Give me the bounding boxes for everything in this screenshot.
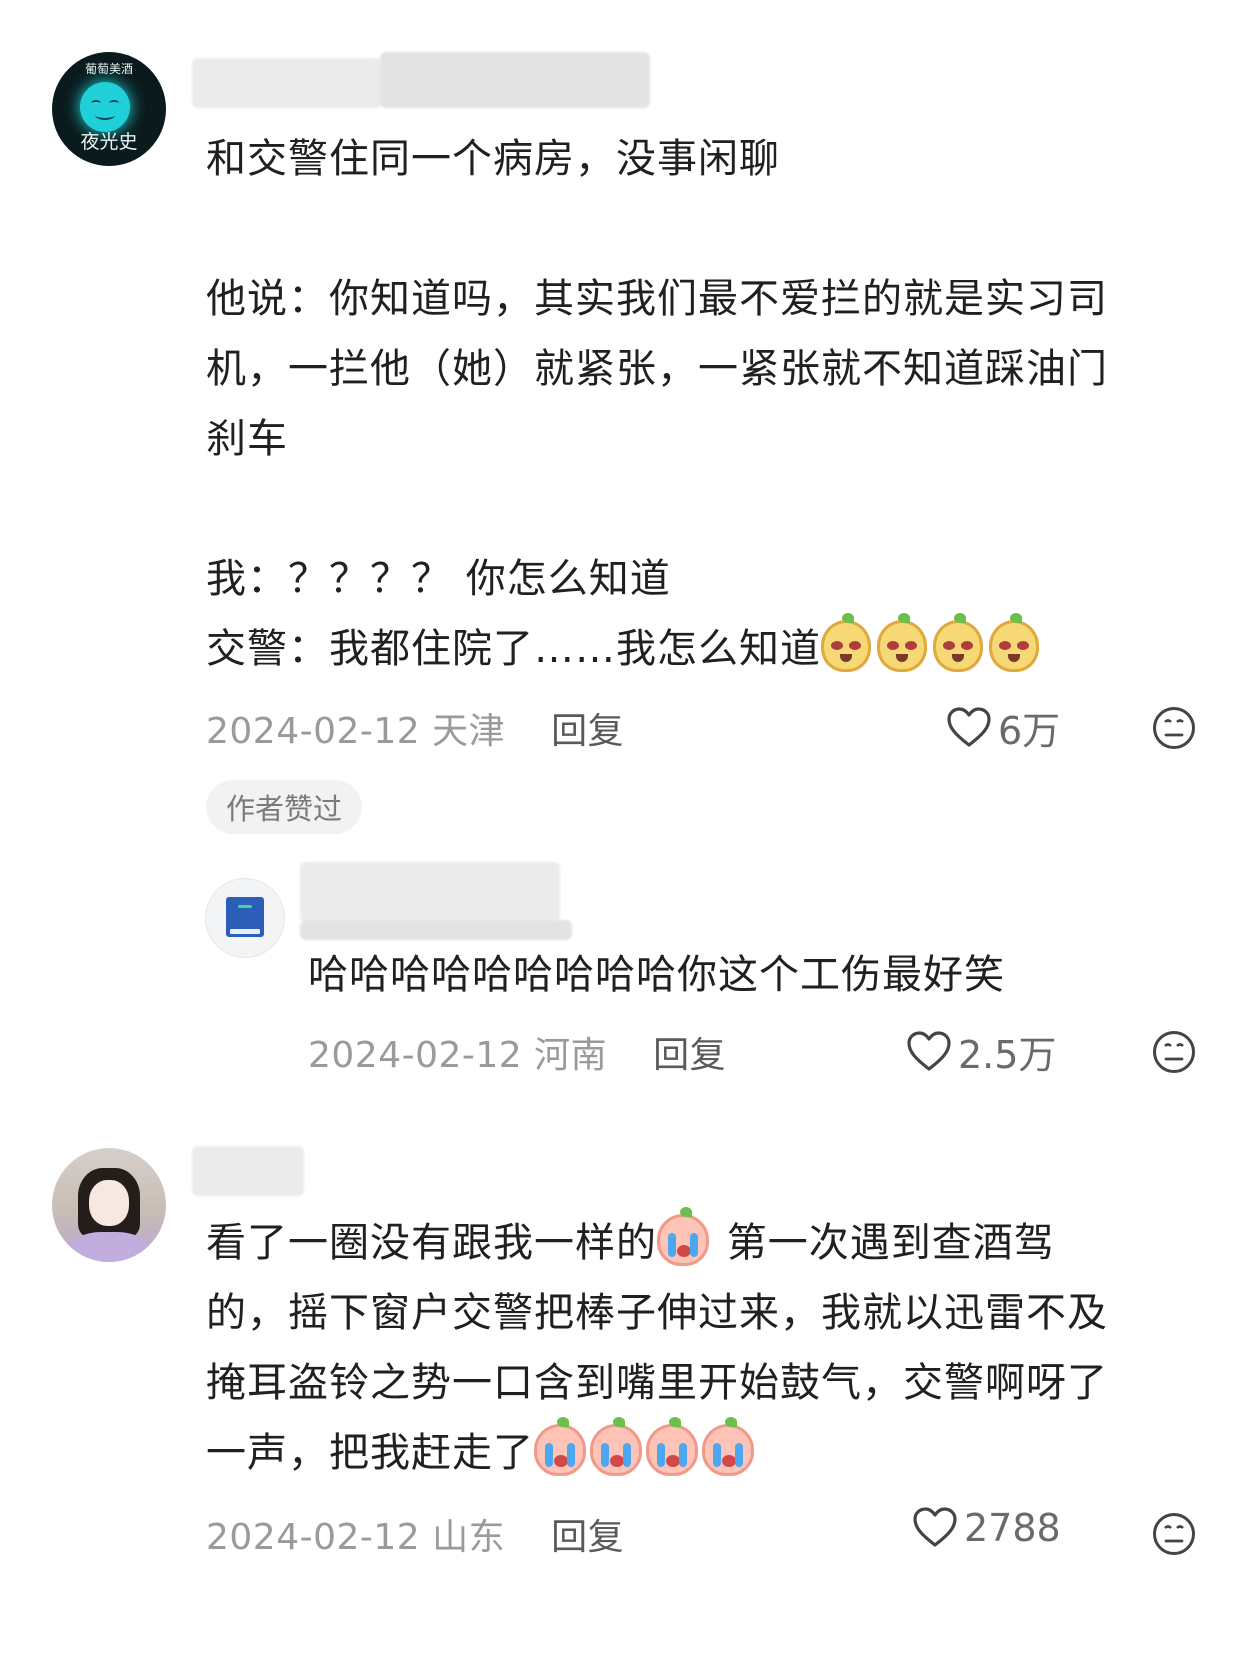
comment-line: 他说：你知道吗，其实我们最不爱拦的就是实习司 — [206, 276, 1108, 322]
comment-date: 2024-02-12 — [206, 711, 421, 752]
book-icon — [226, 897, 264, 937]
comment-line-with-emoji: 交警：我都住院了……我怎么知道 — [206, 613, 1206, 684]
author-liked-badge: 作者赞过 — [206, 780, 363, 834]
like-button[interactable]: 6万 — [946, 700, 1060, 755]
username-redacted — [300, 920, 572, 940]
comment-body: 哈哈哈哈哈哈哈哈哈你这个工伤最好笑 — [308, 940, 1005, 1010]
heart-icon — [947, 706, 991, 747]
yellow-laugh-emoji-icon — [933, 613, 983, 672]
comment-line-with-emoji: 一声，把我赶走了 — [206, 1417, 1216, 1488]
comment-line-with-emoji: 看了一圈没有跟我一样的 第一次遇到查酒驾 — [206, 1207, 1216, 1278]
crying-emoji-icon — [657, 1207, 709, 1266]
yellow-laugh-emoji-icon — [821, 613, 871, 672]
like-count: 2.5万 — [958, 1033, 1057, 1077]
dislike-face-icon[interactable] — [1152, 1030, 1196, 1074]
avatar[interactable]: 葡萄美酒 夜光史 — [52, 52, 166, 166]
username-redacted[interactable] — [380, 52, 650, 108]
comment-meta: 2024-02-12 河南 回复 — [308, 1026, 726, 1078]
heart-icon — [913, 1507, 957, 1547]
comment-date: 2024-02-12 — [308, 1035, 523, 1076]
like-count: 2788 — [964, 1506, 1061, 1550]
avatar-name-text: 夜光史 — [80, 131, 138, 153]
comment-line: 我：？？？？ 你怎么知道 — [206, 556, 671, 602]
comment-line — [206, 474, 1206, 544]
yellow-laugh-emoji-icon — [877, 613, 927, 672]
comment-line: 的，摇下窗户交警把棒子伸过来，我就以迅雷不及 — [206, 1290, 1108, 1336]
comment-line: 和交警住同一个病房，没事闲聊 — [206, 136, 780, 182]
crying-emoji-icon — [534, 1417, 586, 1476]
comment-location: 河南 — [534, 1035, 608, 1076]
comment-meta: 2024-02-12 天津 回复 — [206, 702, 624, 754]
avatar[interactable] — [52, 1148, 166, 1262]
yellow-laugh-emoji-icon — [989, 613, 1039, 672]
comment-line — [206, 194, 1206, 264]
comment-body: 看了一圈没有跟我一样的 第一次遇到查酒驾 的，摇下窗户交警把棒子伸过来，我就以迅… — [206, 1207, 1216, 1488]
dislike-face-icon[interactable] — [1152, 706, 1196, 750]
comment-meta: 2024-02-12 山东 回复 — [206, 1508, 624, 1560]
reply-button[interactable]: 回复 — [653, 1035, 726, 1076]
crying-emoji-icon — [702, 1417, 754, 1476]
username-redacted[interactable] — [192, 1146, 304, 1196]
comment-date: 2024-02-12 — [206, 1517, 421, 1558]
comment-location: 山东 — [432, 1517, 506, 1558]
crying-emoji-icon — [590, 1417, 642, 1476]
comment-location: 天津 — [432, 711, 506, 752]
like-button[interactable]: 2788 — [912, 1506, 1061, 1550]
comment-line: 看了一圈没有跟我一样的 — [206, 1220, 657, 1266]
like-button[interactable]: 2.5万 — [906, 1024, 1056, 1079]
reply-button[interactable]: 回复 — [551, 711, 624, 752]
heart-icon — [907, 1030, 951, 1071]
dislike-face-icon[interactable] — [1152, 1512, 1196, 1556]
like-count: 6万 — [998, 709, 1061, 753]
comment-body: 和交警住同一个病房，没事闲聊 他说：你知道吗，其实我们最不爱拦的就是实习司 机，… — [206, 124, 1206, 684]
smiley-icon — [80, 82, 130, 132]
comment-line: 掩耳盗铃之势一口含到嘴里开始鼓气，交警啊呀了 — [206, 1360, 1108, 1406]
username-redacted[interactable] — [300, 862, 560, 922]
comment-line: 哈哈哈哈哈哈哈哈哈你这个工伤最好笑 — [308, 952, 1005, 998]
crying-emoji-icon — [646, 1417, 698, 1476]
reply-button[interactable]: 回复 — [551, 1517, 624, 1558]
avatar[interactable] — [205, 878, 285, 958]
comment-line: 一声，把我赶走了 — [206, 1430, 534, 1476]
comment-line: 刹车 — [206, 416, 288, 462]
comment-line: 第一次遇到查酒驾 — [713, 1220, 1055, 1266]
comment-line: 机，一拦他（她）就紧张，一紧张就不知道踩油门 — [206, 346, 1108, 392]
username-redacted[interactable] — [192, 58, 382, 108]
avatar-brand-text: 葡萄美酒 — [84, 62, 133, 76]
comment-line: 交警：我都住院了……我怎么知道 — [206, 626, 821, 672]
